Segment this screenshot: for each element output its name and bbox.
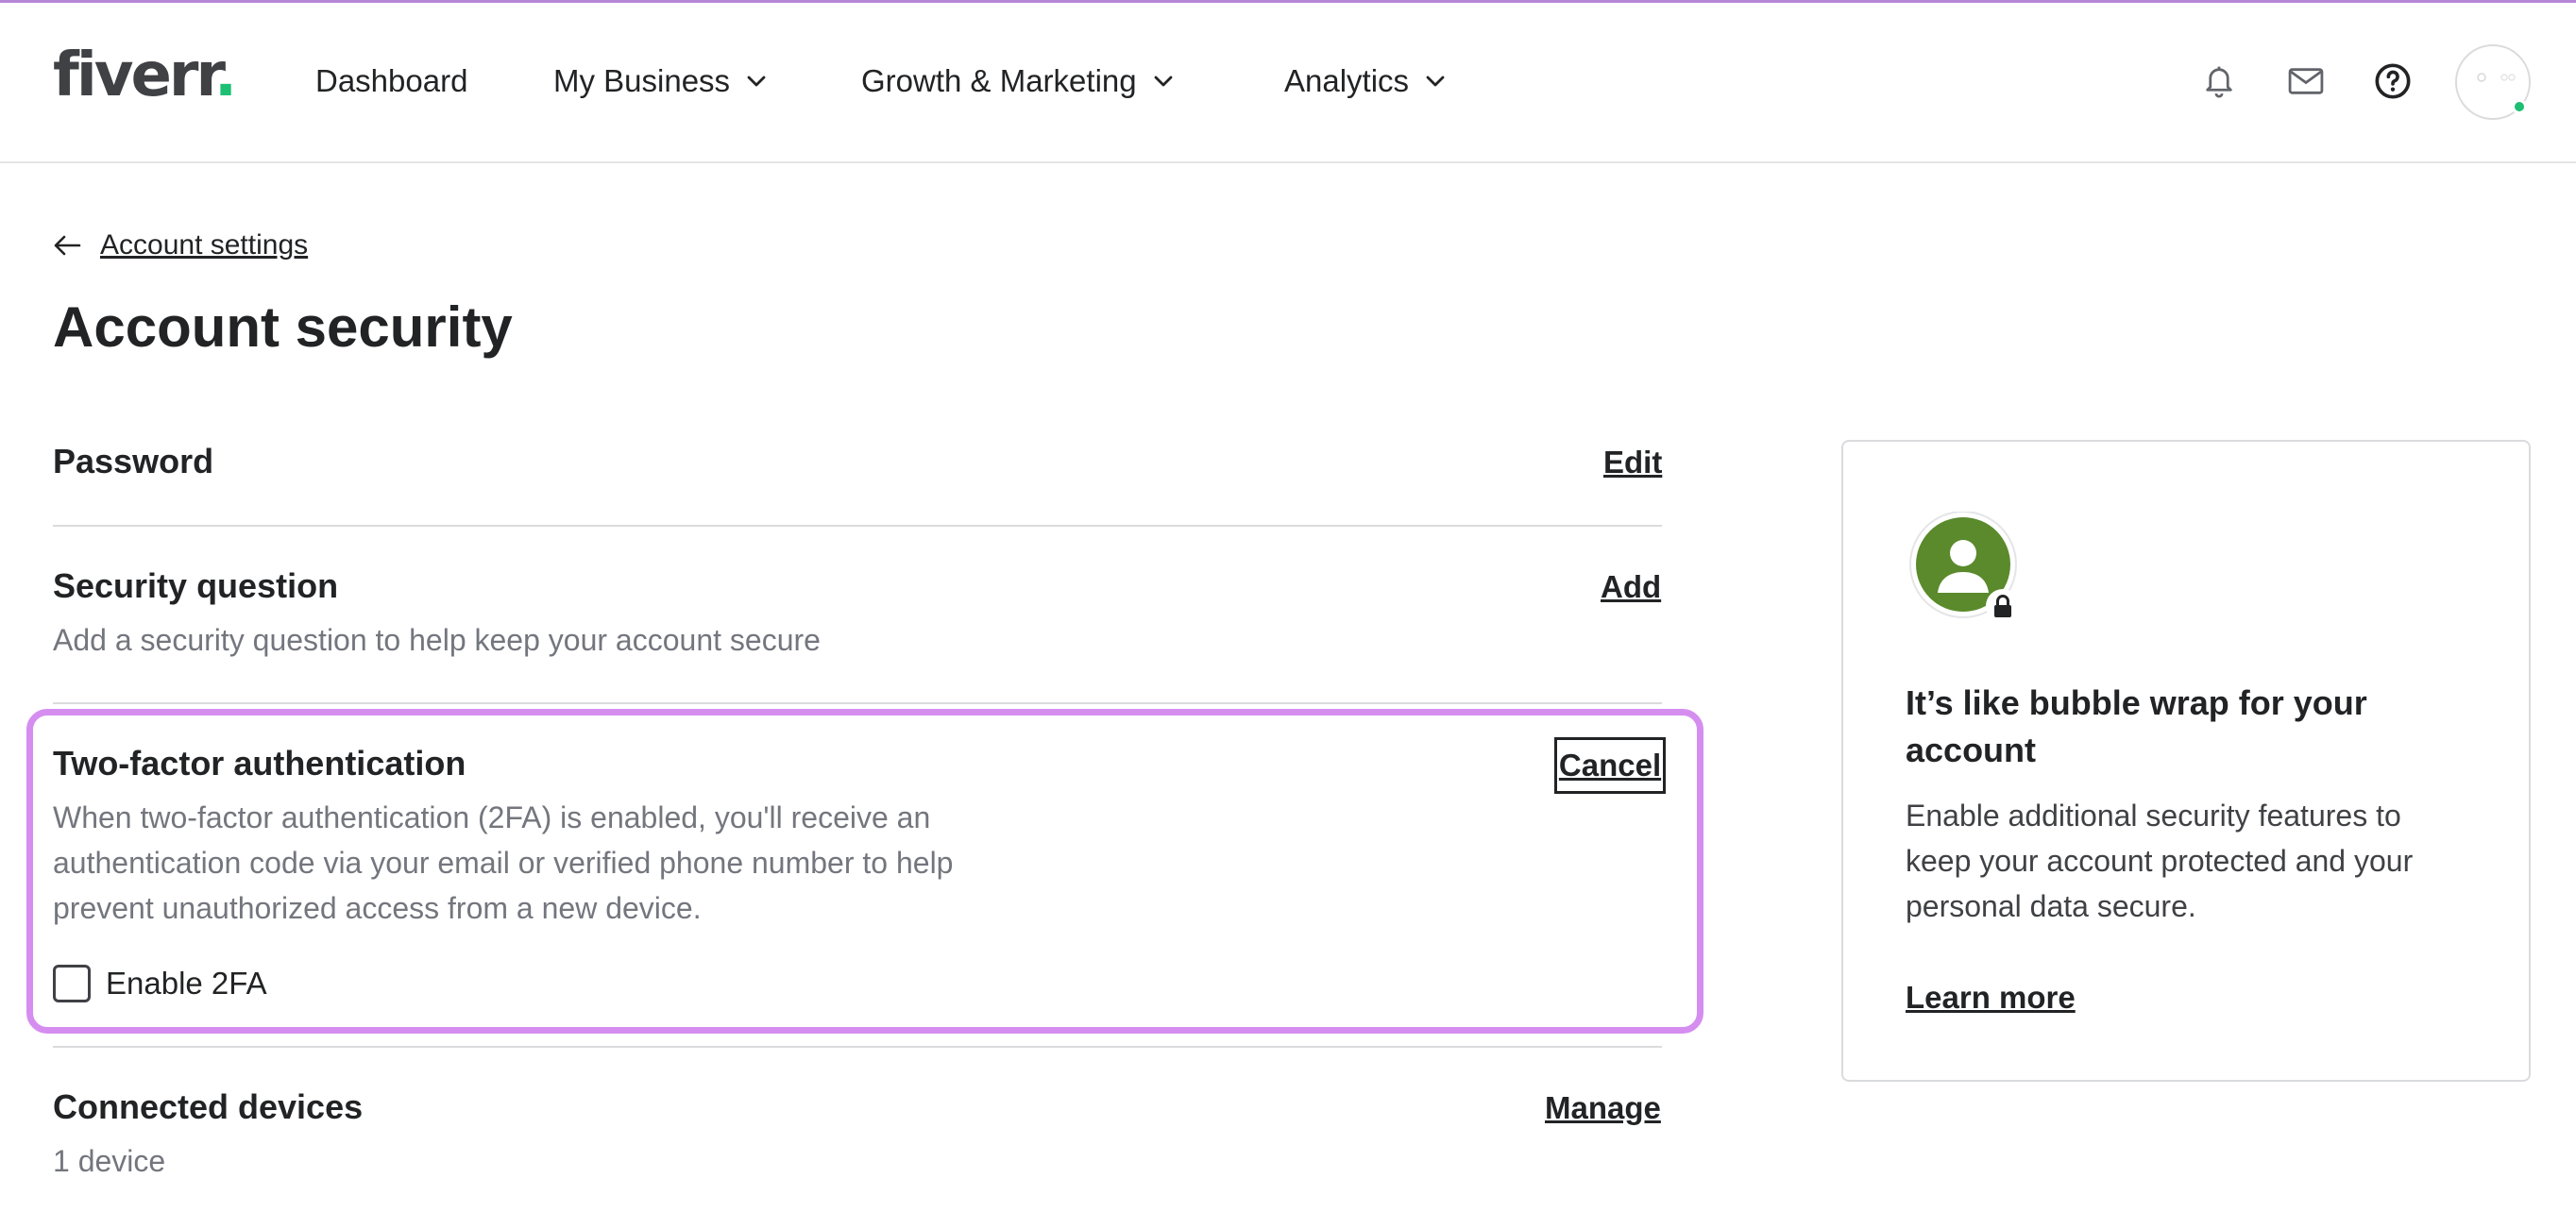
- page-title: Account security: [53, 295, 513, 359]
- card-body-line-3: personal data secure.: [1906, 889, 2196, 923]
- online-status-dot: [2512, 99, 2527, 114]
- nav-growth-marketing-label: Growth & Marketing: [861, 63, 1137, 98]
- arrow-left-icon[interactable]: [53, 234, 81, 257]
- nav-dashboard[interactable]: Dashboard: [315, 59, 467, 104]
- bell-icon[interactable]: [2198, 60, 2240, 102]
- account-settings-link[interactable]: Account settings: [100, 225, 308, 266]
- user-avatar[interactable]: [2455, 44, 2531, 120]
- divider: [53, 1046, 1662, 1048]
- two-factor-title: Two-factor authentication: [53, 744, 466, 783]
- learn-more-link[interactable]: Learn more: [1906, 976, 2076, 1019]
- nav-dashboard-label: Dashboard: [315, 63, 468, 98]
- chevron-down-icon: [747, 76, 766, 87]
- envelope-icon[interactable]: [2285, 60, 2327, 102]
- card-title-line-2: account: [1906, 731, 2037, 769]
- card-body: Enable additional security features to k…: [1906, 793, 2491, 929]
- enable-2fa-checkbox[interactable]: [53, 965, 91, 1002]
- card-body-line-1: Enable additional security features to: [1906, 799, 2401, 833]
- card-title: It’s like bubble wrap for your account: [1906, 680, 2472, 774]
- connected-devices-title: Connected devices: [53, 1087, 364, 1126]
- security-question-add-link[interactable]: Add: [1601, 565, 1661, 609]
- security-info-card: It’s like bubble wrap for your account E…: [1841, 440, 2531, 1082]
- two-factor-description-line-2: authentication code via your email or ve…: [53, 846, 954, 880]
- user-lock-illustration: [1909, 512, 2020, 623]
- chevron-down-icon: [1426, 76, 1445, 87]
- security-question-description: Add a security question to help keep you…: [53, 623, 821, 657]
- two-factor-description-line-3: prevent unauthorized access from a new d…: [53, 891, 702, 925]
- fiverr-logo[interactable]: fiverr.: [53, 42, 237, 109]
- divider: [53, 702, 1662, 704]
- security-question-title: Security question: [53, 566, 339, 605]
- connected-devices-manage-link[interactable]: Manage: [1545, 1086, 1661, 1130]
- nav-analytics[interactable]: Analytics: [1284, 59, 1447, 104]
- enable-2fa-label: Enable 2FA: [106, 966, 267, 1001]
- password-edit-link[interactable]: Edit: [1603, 441, 1662, 484]
- two-factor-cancel-button[interactable]: Cancel: [1554, 737, 1666, 794]
- nav-my-business-label: My Business: [553, 63, 731, 98]
- password-title: Password: [53, 442, 214, 480]
- connected-devices-count: 1 device: [53, 1144, 166, 1178]
- enable-2fa-option[interactable]: Enable 2FA: [53, 963, 267, 1004]
- nav-analytics-label: Analytics: [1284, 63, 1410, 98]
- chevron-down-icon: [1154, 76, 1173, 87]
- top-navigation: fiverr. Dashboard My Business Growth & M…: [0, 0, 2576, 163]
- nav-my-business[interactable]: My Business: [553, 59, 768, 104]
- breadcrumb: Account settings: [53, 225, 308, 266]
- card-title-line-1: It’s like bubble wrap for your: [1906, 683, 2367, 722]
- nav-growth-marketing[interactable]: Growth & Marketing: [861, 59, 1175, 104]
- help-icon[interactable]: [2372, 60, 2414, 102]
- card-body-line-2: keep your account protected and your: [1906, 844, 2414, 878]
- divider: [53, 525, 1662, 527]
- two-factor-description-line-1: When two-factor authentication (2FA) is …: [53, 800, 931, 834]
